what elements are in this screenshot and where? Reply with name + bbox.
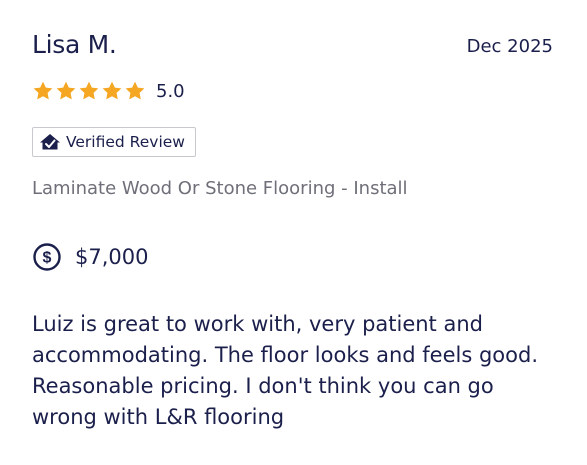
star-icon [55,80,77,102]
service-type: Laminate Wood Or Stone Flooring - Instal… [32,178,408,199]
review-date: Dec 2025 [466,36,553,57]
review-body: Luiz is great to work with, very patient… [32,312,538,429]
rating-value: 5.0 [156,80,185,102]
star-icon [124,80,146,102]
review-card: Lisa M. Dec 2025 5.0 Verified Review Lam… [0,0,587,465]
star-rating [32,80,146,102]
svg-text:$: $ [43,250,52,267]
price-amount: $7,000 [75,245,149,269]
verified-review-label: Verified Review [66,133,185,151]
rating-row: 5.0 [32,78,185,104]
star-icon [101,80,123,102]
star-icon [32,80,54,102]
star-icon [78,80,100,102]
price-row: $ $7,000 [32,241,148,273]
verified-review-badge: Verified Review [32,127,196,157]
reviewer-name: Lisa M. [32,30,117,59]
dollar-circle-icon: $ [33,243,61,271]
house-check-icon [40,134,60,150]
